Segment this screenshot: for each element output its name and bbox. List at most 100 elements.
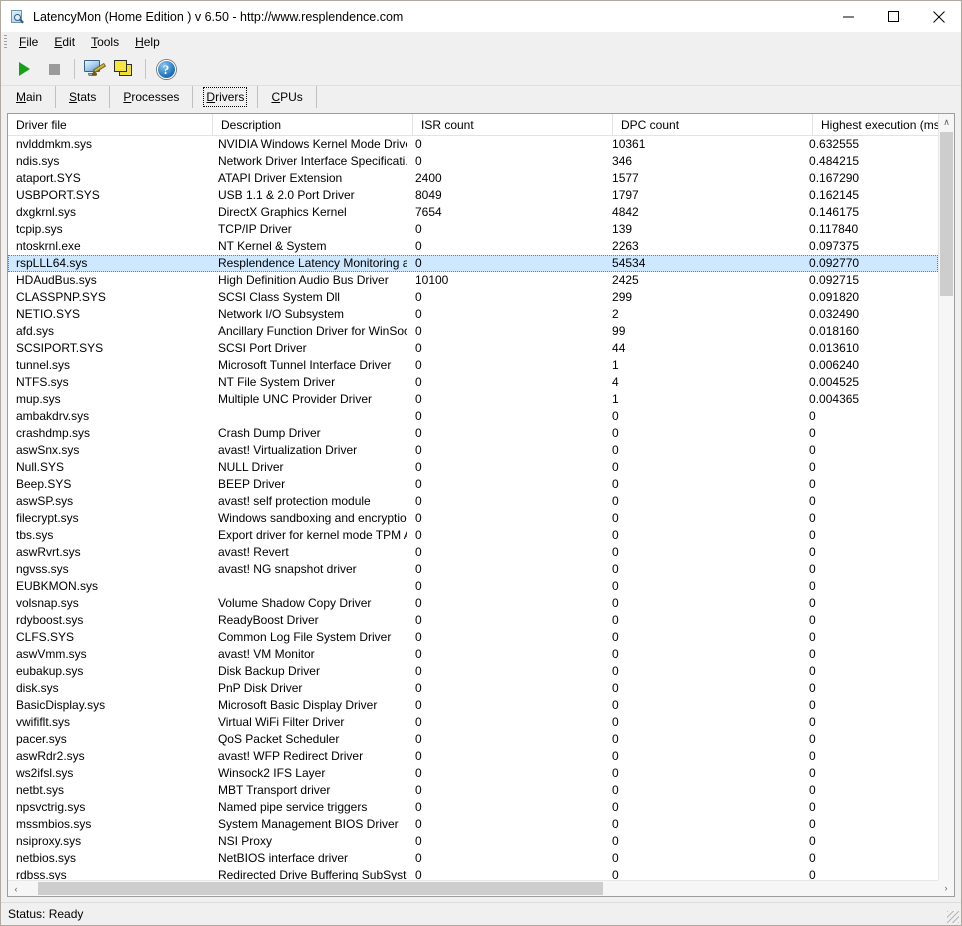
table-row[interactable]: tunnel.sys Microsoft Tunnel Interface Dri… [8,357,938,374]
table-row[interactable]: ataport.SYS ATAPI Driver Extension 2400 157… [8,170,938,187]
minimize-button[interactable] [826,1,871,32]
table-row[interactable]: pacer.sys QoS Packet Scheduler 0 0 0 [8,731,938,748]
table-cell: NetBIOS interface driver [217,851,349,865]
table-cell: 1 [612,358,619,372]
table-row[interactable]: volsnap.sys Volume Shadow Copy Driver 0 0 0 [8,595,938,612]
menu-item-file[interactable]: File [11,33,46,52]
table-row[interactable]: rdbss.sys Redirected Drive Buffering SubS… [8,867,938,880]
table-cell: 0 [809,443,816,457]
menu-bar: File Edit Tools Help [1,32,961,53]
table-row[interactable]: CLASSPNP.SYS SCSI Class System Dll 0 299 0.0… [8,289,938,306]
table-row[interactable]: netbt.sys MBT Transport driver 0 0 0 [8,782,938,799]
table-cell: rdbss.sys [16,868,67,880]
table-row[interactable]: ntoskrnl.exe NT Kernel & System 0 2263 0.097… [8,238,938,255]
close-button[interactable] [916,1,961,32]
tab-stats[interactable]: Stats [56,86,111,108]
table-row[interactable]: disk.sys PnP Disk Driver 0 0 0 [8,680,938,697]
table-cell: EUBKMON.sys [16,579,99,593]
table-cell: 0 [414,154,422,168]
table-row[interactable]: mup.sys Multiple UNC Provider Driver 0 1 0.0… [8,391,938,408]
table-cell: 0 [809,630,816,644]
table-cell: 0 [809,749,816,763]
vertical-scrollbar[interactable]: ∧ ∨ [938,114,954,896]
table-row[interactable]: USBPORT.SYS USB 1.1 & 2.0 Port Driver 8049… [8,187,938,204]
table-row[interactable]: ambakdrv.sys 0 0 0 [8,408,938,425]
table-row[interactable]: tbs.sys Export driver for kernel mode TPM… [8,527,938,544]
table-row[interactable]: tcpip.sys TCP/IP Driver 0 139 0.117840 [8,221,938,238]
windows-stack-button[interactable] [110,55,140,83]
table-cell: tunnel.sys [16,358,71,372]
table-cell: 0 [612,749,619,763]
table-row[interactable]: NTFS.sys NT File System Driver 0 4 0.004525 [8,374,938,391]
table-cell: NVIDIA Windows Kernel Mode Drive... [217,137,407,151]
tab-drivers[interactable]: Drivers [193,86,259,108]
table-row[interactable]: aswSnx.sys avast! Virtualization Driver 0 0… [8,442,938,459]
table-row[interactable]: rspLLL64.sys Resplendence Latency Monitor… [8,255,938,272]
table-cell: aswRdr2.sys [16,749,85,763]
menu-item-edit[interactable]: Edit [46,33,83,52]
menu-item-help[interactable]: Help [127,33,168,52]
table-row[interactable]: rdyboost.sys ReadyBoost Driver 0 0 0 [8,612,938,629]
vertical-scroll-thumb[interactable] [940,132,953,296]
table-row[interactable]: SCSIPORT.SYS SCSI Port Driver 0 44 0.013610 [8,340,938,357]
menu-item-tools[interactable]: Tools [83,33,127,52]
table-cell: 0 [414,494,422,508]
table-cell: TCP/IP Driver [217,222,292,236]
table-row[interactable]: aswRdr2.sys avast! WFP Redirect Driver 0 0 0 [8,748,938,765]
resize-gripper-icon[interactable] [947,911,959,923]
toolbar-separator-1 [74,59,75,79]
table-row[interactable]: aswRvrt.sys avast! Revert 0 0 0 [8,544,938,561]
stop-monitoring-button[interactable] [39,55,69,83]
column-header-description[interactable]: Description [213,114,413,135]
table-row[interactable]: vwififlt.sys Virtual WiFi Filter Driver 0 0… [8,714,938,731]
column-header-isr-count[interactable]: ISR count [413,114,613,135]
table-cell: 0.632555 [809,137,860,151]
tab-processes-rest: rocesses [131,90,180,104]
table-row[interactable]: afd.sys Ancillary Function Driver for Win… [8,323,938,340]
table-row[interactable]: nsiproxy.sys NSI Proxy 0 0 0 [8,833,938,850]
table-row[interactable]: crashdmp.sys Crash Dump Driver 0 0 0 [8,425,938,442]
scroll-up-arrow-icon[interactable]: ∧ [939,114,954,131]
table-row[interactable]: ws2ifsl.sys Winsock2 IFS Layer 0 0 0 [8,765,938,782]
scroll-right-arrow-icon[interactable]: › [938,880,954,896]
column-header-dpc-count[interactable]: DPC count [613,114,813,135]
table-row[interactable]: nvlddmkm.sys NVIDIA Windows Kernel Mode D… [8,136,938,153]
table-cell: crashdmp.sys [16,426,91,440]
table-row[interactable]: BasicDisplay.sys Microsoft Basic Display … [8,697,938,714]
column-header-driver-file[interactable]: Driver file [8,114,213,135]
menu-grip-handle[interactable] [4,35,7,50]
table-cell: afd.sys [16,324,55,338]
help-button[interactable]: ? [151,55,181,83]
table-row[interactable]: dxgkrnl.sys DirectX Graphics Kernel 7654 48… [8,204,938,221]
table-row[interactable]: HDAudBus.sys High Definition Audio Bus Dr… [8,272,938,289]
table-row[interactable]: netbios.sys NetBIOS interface driver 0 0 0 [8,850,938,867]
table-cell: avast! Virtualization Driver [217,443,358,457]
table-row[interactable]: aswVmm.sys avast! VM Monitor 0 0 0 [8,646,938,663]
horizontal-scroll-thumb[interactable] [38,882,603,895]
table-row[interactable]: ndis.sys Network Driver Interface Specifi… [8,153,938,170]
table-cell: 0 [414,681,422,695]
table-row[interactable]: Null.SYS NULL Driver 0 0 0 [8,459,938,476]
table-row[interactable]: EUBKMON.sys 0 0 0 [8,578,938,595]
table-row[interactable]: npsvctrig.sys Named pipe service triggers… [8,799,938,816]
tab-main[interactable]: Main [3,86,57,108]
tab-cpus[interactable]: CPUs [258,86,317,108]
column-header-highest-execution[interactable]: Highest execution (ms) [813,114,952,135]
table-row[interactable]: filecrypt.sys Windows sandboxing and encr… [8,510,938,527]
table-row[interactable]: ngvss.sys avast! NG snapshot driver 0 0 0 [8,561,938,578]
table-row[interactable]: mssmbios.sys System Management BIOS Drive… [8,816,938,833]
table-row[interactable]: Beep.SYS BEEP Driver 0 0 0 [8,476,938,493]
horizontal-scrollbar[interactable]: ‹ [8,880,938,896]
tab-processes[interactable]: Processes [110,86,194,108]
table-cell: Disk Backup Driver [217,664,320,678]
table-row[interactable]: NETIO.SYS Network I/O Subsystem 0 2 0.032490 [8,306,938,323]
start-monitoring-button[interactable] [9,55,39,83]
table-row[interactable]: aswSP.sys avast! self protection module 0 0… [8,493,938,510]
table-row[interactable]: eubakup.sys Disk Backup Driver 0 0 0 [8,663,938,680]
table-row[interactable]: CLFS.SYS Common Log File System Driver 0 0 0 [8,629,938,646]
table-cell: aswVmm.sys [16,647,87,661]
maximize-button[interactable] [871,1,916,32]
report-button[interactable] [80,55,110,83]
table-cell: 0 [414,647,422,661]
scroll-left-arrow-icon[interactable]: ‹ [8,881,24,896]
